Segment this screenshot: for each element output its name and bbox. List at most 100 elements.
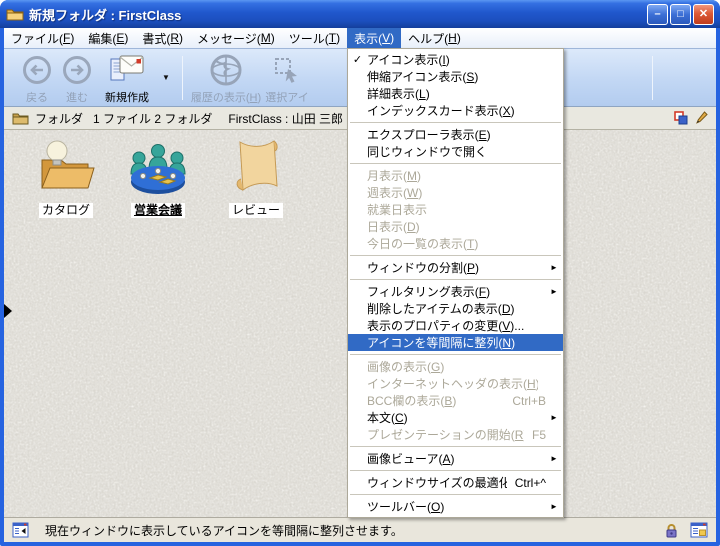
- view-menu-item[interactable]: ツールバー(O) ►: [348, 498, 563, 515]
- view-menu-item[interactable]: インデックスカード表示(X): [348, 102, 563, 119]
- toggle-panel-icon[interactable]: [12, 522, 29, 538]
- submenu-arrow-icon: ►: [550, 413, 563, 422]
- new-message-button[interactable]: 新規作成: [96, 52, 158, 105]
- pencil-icon[interactable]: [695, 111, 708, 125]
- view-menu-item[interactable]: 本文(C)►: [348, 409, 563, 426]
- item-count-label: 1 ファイル 2 フォルダ: [93, 110, 212, 127]
- submenu-arrow-icon: ►: [550, 502, 563, 511]
- menubar-item[interactable]: ツール(T): [282, 28, 347, 48]
- menu-item-label: エクスプローラ表示(E): [367, 126, 538, 143]
- catalog-folder-icon: [34, 136, 98, 200]
- view-menu-item[interactable]: 詳細表示(L): [348, 85, 563, 102]
- history-globe-icon: [208, 52, 244, 88]
- view-menu-item: 日表示(D): [348, 218, 563, 235]
- maximize-button[interactable]: □: [670, 4, 691, 25]
- history-button: 履歴の表示(H): [190, 52, 262, 105]
- folder-item-catalog[interactable]: カタログ: [18, 136, 114, 218]
- title-bar: 新規フォルダ : FirstClass – □ ✕: [0, 0, 720, 28]
- folder-item-meeting[interactable]: 営業会議: [110, 136, 206, 218]
- menu-item-label: フィルタリング表示(F): [367, 283, 538, 300]
- menu-item-label: 詳細表示(L): [367, 85, 538, 102]
- menu-item-label: 日表示(D): [367, 218, 538, 235]
- menu-item-label: BCC欄の表示(B): [367, 392, 504, 409]
- menu-item-shortcut: F5: [532, 428, 546, 442]
- menu-item-label: ウィンドウサイズの最適化(Z): [367, 474, 507, 491]
- folder-item-label: カタログ: [39, 203, 93, 218]
- menu-item-label: 画像ビューア(A): [367, 450, 538, 467]
- menu-separator: [350, 122, 561, 123]
- view-menu: ✓アイコン表示(I)伸縮アイコン表示(S)詳細表示(L)インデックスカード表示(…: [347, 48, 564, 518]
- layers-icon[interactable]: [674, 111, 689, 125]
- view-menu-item[interactable]: 画像ビューア(A)►: [348, 450, 563, 467]
- lock-icon: [665, 523, 678, 538]
- view-menu-item[interactable]: 同じウィンドウで開く: [348, 143, 563, 160]
- select-label: 選択アイ: [265, 89, 308, 105]
- status-bar: 現在ウィンドウに表示しているアイコンを等間隔に整列させます。: [4, 517, 716, 542]
- view-menu-item: BCC欄の表示(B) Ctrl+B: [348, 392, 563, 409]
- view-menu-item[interactable]: エクスプローラ表示(E): [348, 126, 563, 143]
- view-menu-item[interactable]: 表示のプロパティの変更(V)...: [348, 317, 563, 334]
- view-menu-item: 画像の表示(G): [348, 358, 563, 375]
- view-menu-item[interactable]: フィルタリング表示(F)►: [348, 283, 563, 300]
- menubar-item[interactable]: ヘルプ(H): [401, 28, 468, 48]
- view-menu-item[interactable]: 削除したアイテムの表示(D): [348, 300, 563, 317]
- menubar-item[interactable]: 書式(R): [135, 28, 190, 48]
- split-pane-handle-icon[interactable]: [4, 304, 12, 318]
- menu-separator: [350, 494, 561, 495]
- menubar-item[interactable]: ファイル(F): [4, 28, 81, 48]
- menubar-item[interactable]: 編集(E): [81, 28, 135, 48]
- view-menu-item: 週表示(W): [348, 184, 563, 201]
- view-menu-item: インターネットヘッダの表示(H): [348, 375, 563, 392]
- menu-item-label: 同じウィンドウで開く: [367, 143, 538, 160]
- close-button[interactable]: ✕: [693, 4, 714, 25]
- menu-separator: [350, 446, 561, 447]
- menu-item-label: プレゼンテーションの開始(R): [367, 426, 524, 443]
- meeting-table-icon: [126, 136, 190, 200]
- menu-item-shortcut: Ctrl+^: [515, 476, 546, 490]
- view-menu-item: 月表示(M): [348, 167, 563, 184]
- view-menu-item[interactable]: ✓アイコン表示(I): [348, 51, 563, 68]
- firstclass-window: 新規フォルダ : FirstClass – □ ✕ ファイル(F)編集(E)書式…: [0, 0, 720, 546]
- minimize-button[interactable]: –: [647, 4, 668, 25]
- session-label: FirstClass : 山田 三郎: [228, 110, 343, 127]
- menu-item-label: 画像の表示(G): [367, 358, 538, 375]
- check-icon: ✓: [348, 53, 367, 66]
- folder-item-label: 営業会議: [131, 203, 185, 218]
- menu-item-label: 削除したアイテムの表示(D): [367, 300, 538, 317]
- forward-label: 進む: [66, 89, 88, 105]
- view-menu-item[interactable]: アイコンを等間隔に整列(N): [348, 334, 563, 351]
- back-label: 戻る: [26, 89, 48, 105]
- small-folder-icon: [12, 112, 29, 125]
- submenu-arrow-icon: ►: [550, 263, 563, 272]
- new-message-icon: [108, 52, 146, 88]
- new-label: 新規作成: [105, 89, 149, 105]
- view-menu-item[interactable]: ウィンドウサイズの最適化(Z) Ctrl+^: [348, 474, 563, 491]
- window-title: 新規フォルダ : FirstClass: [29, 5, 645, 24]
- review-document-icon: [224, 136, 288, 200]
- status-message: 現在ウィンドウに表示しているアイコンを等間隔に整列させます。: [45, 522, 403, 539]
- view-menu-item[interactable]: 伸縮アイコン表示(S): [348, 68, 563, 85]
- view-menu-item: 今日の一覧の表示(T): [348, 235, 563, 252]
- forward-circle-icon: [61, 52, 93, 88]
- history-label: 履歴の表示(H): [191, 89, 261, 105]
- menu-separator: [350, 255, 561, 256]
- view-menu-item: プレゼンテーションの開始(R) F5: [348, 426, 563, 443]
- menu-separator: [350, 279, 561, 280]
- menubar-item[interactable]: 表示(V): [347, 28, 401, 48]
- menu-item-label: 伸縮アイコン表示(S): [367, 68, 538, 85]
- menu-separator: [350, 354, 561, 355]
- menu-item-label: ツールバー(O): [367, 498, 538, 515]
- view-menu-item[interactable]: ウィンドウの分割(P) ►: [348, 259, 563, 276]
- new-dropdown-arrow-icon[interactable]: ▼: [162, 73, 170, 82]
- window-folder-icon: [6, 6, 24, 22]
- folder-item-review[interactable]: レビュー: [208, 136, 304, 218]
- menu-item-label: インデックスカード表示(X): [367, 102, 538, 119]
- menu-item-label: アイコンを等間隔に整列(N): [367, 334, 538, 351]
- folder-item-label: レビュー: [229, 203, 283, 218]
- window-layout-icon[interactable]: [690, 522, 708, 538]
- menu-item-shortcut: Ctrl+B: [512, 394, 546, 408]
- menubar-item[interactable]: メッセージ(M): [190, 28, 282, 48]
- menu-item-label: ウィンドウの分割(P): [367, 259, 538, 276]
- menu-item-label: 表示のプロパティの変更(V)...: [367, 317, 538, 334]
- menu-separator: [350, 163, 561, 164]
